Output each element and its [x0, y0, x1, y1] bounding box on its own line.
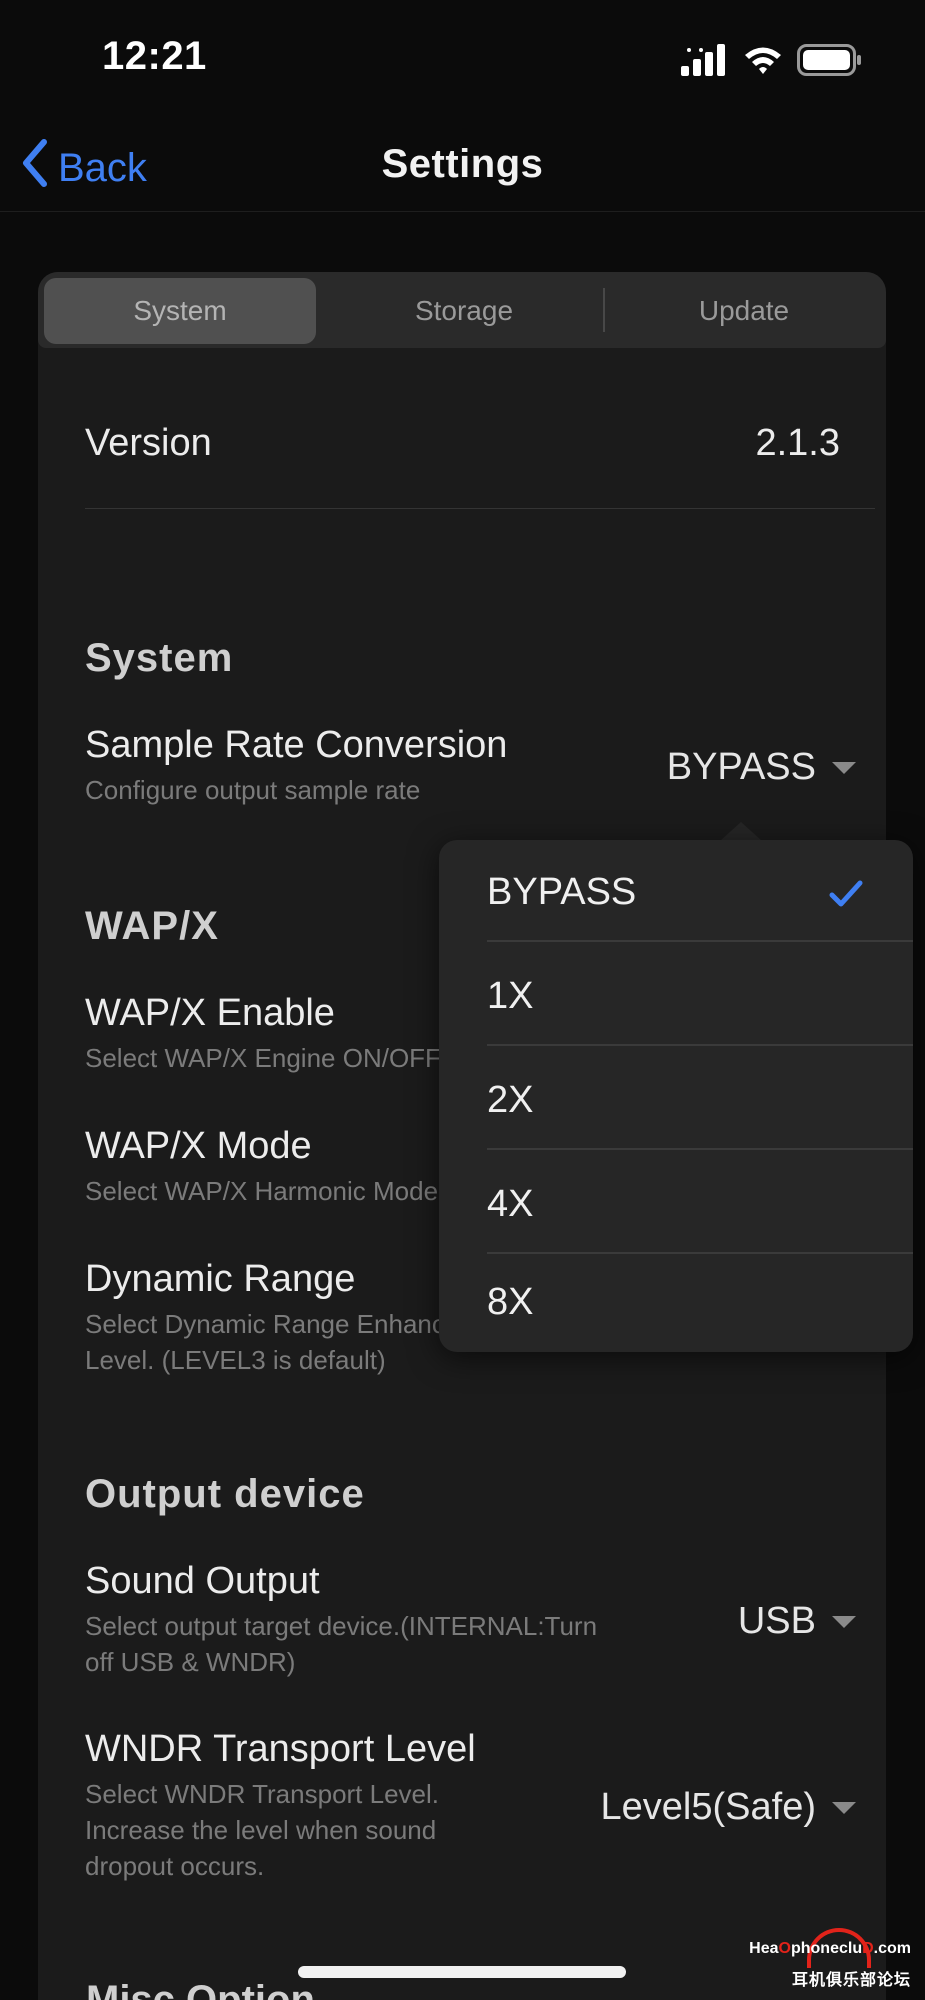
option-label: 2X: [487, 1078, 534, 1121]
option-divider: [487, 940, 913, 942]
cellular-signal-icon: [681, 43, 729, 81]
section-title-wapx: WAP/X: [85, 904, 219, 948]
caret-down-icon: [832, 1801, 856, 1814]
sample-rate-dropdown[interactable]: BYPASS: [667, 746, 856, 789]
option-label: 4X: [487, 1182, 534, 1225]
status-time: 12:21: [102, 34, 207, 78]
wapx-enable-subtitle: Select WAP/X Engine ON/OFF: [85, 1043, 441, 1073]
wifi-icon: [743, 44, 783, 81]
option-4x[interactable]: 4X: [487, 1152, 913, 1256]
sound-output-subtitle-2: off USB & WNDR): [85, 1647, 296, 1677]
dynamic-range-title: Dynamic Range: [85, 1258, 356, 1300]
sample-rate-popover: BYPASS 1X 2X 4X 8X: [439, 840, 913, 1352]
home-indicator[interactable]: [298, 1966, 626, 1978]
version-label: Version: [85, 422, 212, 464]
popover-arrow: [721, 822, 761, 840]
sample-rate-value: BYPASS: [666, 746, 816, 788]
option-1x[interactable]: 1X: [487, 944, 913, 1048]
sound-output-value: USB: [737, 1600, 816, 1642]
segment-divider: [603, 288, 605, 332]
sample-rate-subtitle: Configure output sample rate: [85, 775, 421, 805]
option-8x[interactable]: 8X: [487, 1250, 913, 1354]
sound-output-title: Sound Output: [85, 1560, 320, 1602]
section-title-output-device: Output device: [85, 1472, 365, 1516]
wndr-subtitle-1: Select WNDR Transport Level.: [85, 1779, 440, 1809]
battery-icon: [797, 43, 863, 81]
checkmark-icon: [829, 876, 863, 919]
sample-rate-title: Sample Rate Conversion: [85, 724, 508, 766]
tab-update[interactable]: Update: [608, 278, 880, 344]
version-value: 2.1.3: [755, 422, 840, 464]
sound-output-dropdown[interactable]: USB: [738, 1600, 856, 1643]
option-divider: [487, 1148, 913, 1150]
wndr-subtitle-2: Increase the level when sound: [85, 1815, 437, 1845]
option-divider: [487, 1044, 913, 1046]
wapx-enable-title: WAP/X Enable: [85, 992, 335, 1034]
version-row: Version 2.1.3: [85, 422, 875, 482]
wapx-mode-subtitle: Select WAP/X Harmonic Mode: [85, 1176, 439, 1206]
watermark-logo: HeaOphonecluD.com 耳机俱乐部论坛: [749, 1928, 911, 1994]
section-title-system: System: [85, 636, 234, 680]
page-title: Settings: [381, 142, 544, 186]
watermark-forum: 耳机俱乐部论坛: [791, 1972, 911, 1989]
tab-storage[interactable]: Storage: [328, 278, 600, 344]
sound-output-subtitle-1: Select output target device.(INTERNAL:Tu…: [85, 1611, 598, 1641]
status-icons: [681, 43, 863, 81]
wndr-subtitle-3: dropout occurs.: [85, 1851, 265, 1881]
dynamic-range-subtitle-2: Level. (LEVEL3 is default): [85, 1345, 386, 1375]
section-title-misc: Misc Option: [86, 1978, 315, 2000]
wndr-dropdown[interactable]: Level5(Safe): [601, 1786, 856, 1829]
option-label: 1X: [487, 974, 534, 1017]
option-label: BYPASS: [487, 870, 637, 913]
option-2x[interactable]: 2X: [487, 1048, 913, 1152]
navigation-bar: Back Settings: [0, 120, 925, 212]
segmented-control: System Storage Update: [38, 272, 886, 348]
caret-down-icon: [832, 1615, 856, 1628]
settings-screen: 12:21 Back Settings System Storage Updat…: [0, 0, 925, 2000]
caret-down-icon: [832, 761, 856, 774]
watermark-site: HeaOphonecluD.com: [749, 1940, 911, 1957]
option-label: 8X: [487, 1280, 534, 1323]
option-bypass[interactable]: BYPASS: [487, 840, 913, 944]
tab-system[interactable]: System: [44, 278, 316, 344]
wapx-mode-title: WAP/X Mode: [85, 1125, 312, 1167]
wndr-title: WNDR Transport Level: [85, 1728, 476, 1770]
divider: [85, 508, 875, 509]
wndr-value: Level5(Safe): [600, 1786, 816, 1828]
